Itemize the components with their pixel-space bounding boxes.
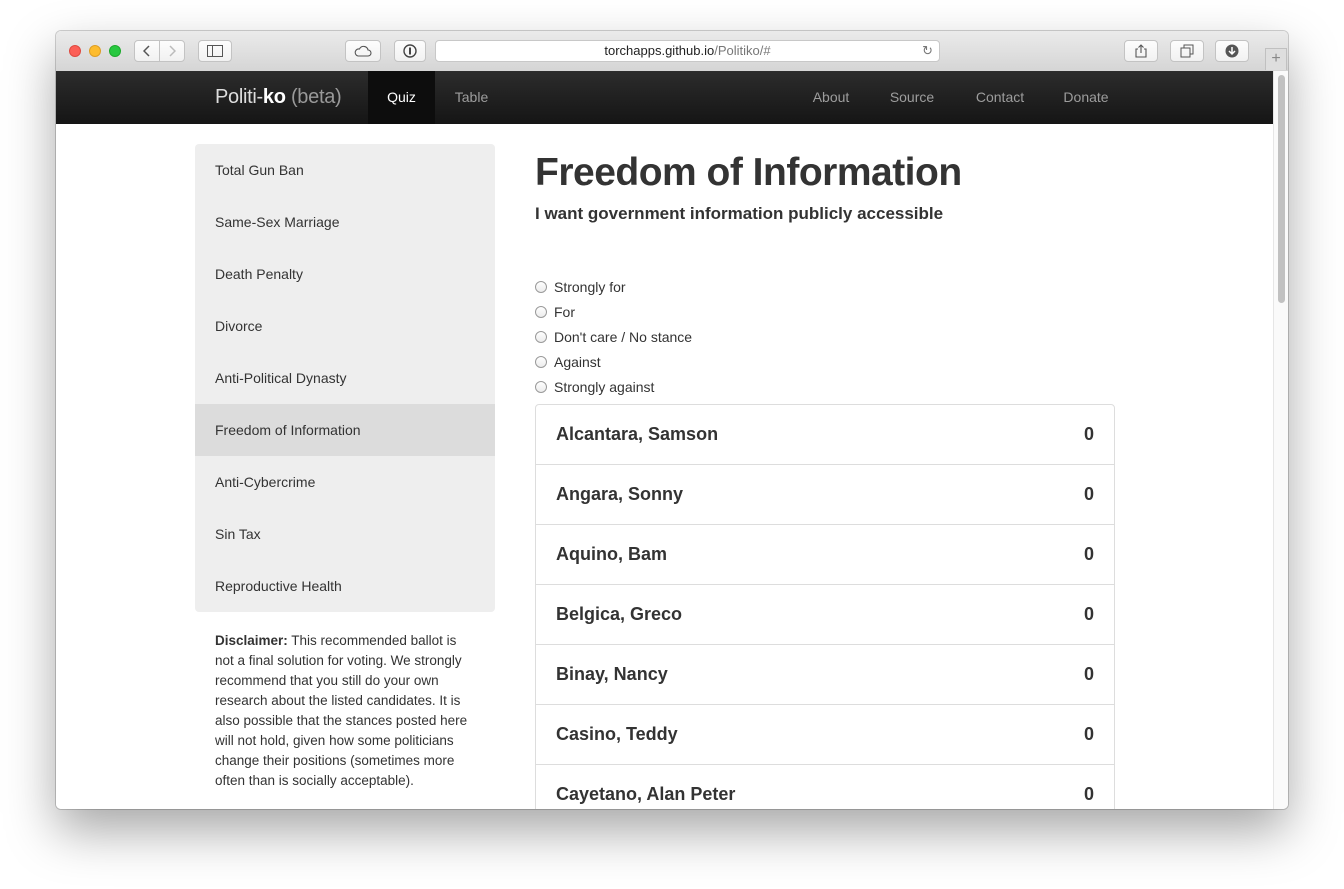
downloads-button[interactable]: [1215, 40, 1249, 62]
nav-table[interactable]: Table: [438, 71, 505, 124]
tabs-icon: [1180, 44, 1194, 58]
topic-item[interactable]: Anti-Political Dynasty: [195, 352, 495, 404]
stance-option[interactable]: Strongly for: [535, 274, 692, 299]
candidate-row: Angara, Sonny 0: [536, 464, 1114, 524]
nav-donate[interactable]: Donate: [1049, 71, 1123, 124]
stance-option[interactable]: Don't care / No stance: [535, 324, 692, 349]
option-label: Against: [554, 353, 601, 370]
candidate-score: 0: [1083, 784, 1094, 804]
new-tab-button[interactable]: +: [1265, 48, 1287, 70]
candidate-row: Casino, Teddy 0: [536, 704, 1114, 764]
maximize-window-button[interactable]: [109, 45, 121, 57]
back-button[interactable]: [134, 40, 160, 62]
topic-item[interactable]: Anti-Cybercrime: [195, 456, 495, 508]
radio-button[interactable]: [535, 380, 547, 393]
radio-button[interactable]: [535, 280, 547, 293]
chevron-left-icon: [143, 45, 150, 57]
scrollbar-thumb[interactable]: [1278, 75, 1285, 303]
candidate-row: Alcantara, Samson 0: [536, 405, 1114, 464]
stance-options: Strongly for For Don't care / No stance …: [535, 274, 692, 399]
topic-item[interactable]: Same-Sex Marriage: [195, 196, 495, 248]
nav-about[interactable]: About: [797, 71, 865, 124]
chevron-right-icon: [169, 45, 176, 57]
candidate-name: Aquino, Bam: [556, 544, 667, 564]
stance-option[interactable]: For: [535, 299, 692, 324]
radio-button[interactable]: [535, 305, 547, 318]
password-manager-button[interactable]: [394, 40, 426, 62]
site-brand[interactable]: Politi-ko (beta): [215, 86, 342, 109]
candidate-score: 0: [1083, 544, 1094, 564]
disclaimer-text: This recommended ballot is not a final s…: [215, 633, 468, 788]
candidate-name: Casino, Teddy: [556, 724, 678, 744]
reload-icon[interactable]: ↻: [922, 41, 933, 61]
candidate-score: 0: [1083, 604, 1094, 624]
sidebar-toggle-button[interactable]: [198, 40, 232, 62]
candidate-score: 0: [1083, 424, 1094, 444]
close-window-button[interactable]: [69, 45, 81, 57]
sidebar-icon: [207, 45, 223, 57]
nav-quiz[interactable]: Quiz: [368, 71, 435, 124]
address-bar[interactable]: torchapps.github.io/Politiko/# ↻: [435, 40, 940, 62]
topic-item[interactable]: Sin Tax: [195, 508, 495, 560]
page-viewport: Politi-ko (beta) Quiz Table About Source…: [56, 71, 1273, 809]
question-subtitle: I want government information publicly a…: [535, 204, 944, 223]
forward-button[interactable]: [159, 40, 185, 62]
browser-window: torchapps.github.io/Politiko/# ↻ + Polit…: [56, 31, 1288, 809]
vertical-scrollbar[interactable]: [1273, 71, 1288, 809]
topic-item-active[interactable]: Freedom of Information: [195, 404, 495, 456]
option-label: For: [554, 303, 575, 320]
minimize-window-button[interactable]: [89, 45, 101, 57]
topic-list: Total Gun Ban Same-Sex Marriage Death Pe…: [195, 144, 495, 612]
stance-option[interactable]: Against: [535, 349, 692, 374]
nav-contact[interactable]: Contact: [961, 71, 1039, 124]
candidate-list: Alcantara, Samson 0 Angara, Sonny 0 Aquino…: [535, 404, 1115, 809]
share-icon: [1135, 44, 1147, 58]
nav-source[interactable]: Source: [879, 71, 945, 124]
candidate-score: 0: [1083, 724, 1094, 744]
site-navbar: Politi-ko (beta) Quiz Table About Source…: [56, 71, 1273, 124]
candidate-row: Belgica, Greco 0: [536, 584, 1114, 644]
candidate-score: 0: [1083, 484, 1094, 504]
candidate-row: Aquino, Bam 0: [536, 524, 1114, 584]
cloud-icon: [354, 45, 372, 57]
option-label: Strongly against: [554, 378, 655, 395]
candidate-name: Binay, Nancy: [556, 664, 668, 684]
brand-beta: (beta): [290, 86, 342, 108]
candidate-row: Cayetano, Alan Peter 0: [536, 764, 1114, 809]
disclaimer-label: Disclaimer:: [215, 633, 288, 648]
candidate-row: Binay, Nancy 0: [536, 644, 1114, 704]
topic-item[interactable]: Death Penalty: [195, 248, 495, 300]
option-label: Don't care / No stance: [554, 328, 693, 345]
share-button[interactable]: [1124, 40, 1158, 62]
question-title: Freedom of Information: [535, 151, 962, 194]
download-icon: [1225, 44, 1239, 58]
title-bar: torchapps.github.io/Politiko/# ↻ +: [56, 31, 1288, 72]
stance-option[interactable]: Strongly against: [535, 374, 692, 399]
candidate-score: 0: [1083, 664, 1094, 684]
brand-main: Politi-: [215, 86, 263, 108]
candidate-name: Cayetano, Alan Peter: [556, 784, 736, 804]
brand-bold: ko: [262, 86, 286, 108]
disclaimer: Disclaimer: This recommended ballot is n…: [215, 631, 477, 791]
option-label: Strongly for: [554, 278, 626, 295]
show-tabs-button[interactable]: [1170, 40, 1204, 62]
candidate-name: Angara, Sonny: [556, 484, 684, 504]
url-host: torchapps.github.io: [604, 43, 715, 58]
radio-button[interactable]: [535, 355, 547, 368]
url-path: /Politiko/#: [714, 43, 771, 58]
candidate-name: Belgica, Greco: [556, 604, 683, 624]
topic-item[interactable]: Reproductive Health: [195, 560, 495, 612]
icloud-tabs-button[interactable]: [345, 40, 381, 62]
radio-button[interactable]: [535, 330, 547, 343]
password-icon: [403, 44, 417, 58]
candidate-name: Alcantara, Samson: [556, 424, 719, 444]
topic-item[interactable]: Total Gun Ban: [195, 144, 495, 196]
topic-item[interactable]: Divorce: [195, 300, 495, 352]
